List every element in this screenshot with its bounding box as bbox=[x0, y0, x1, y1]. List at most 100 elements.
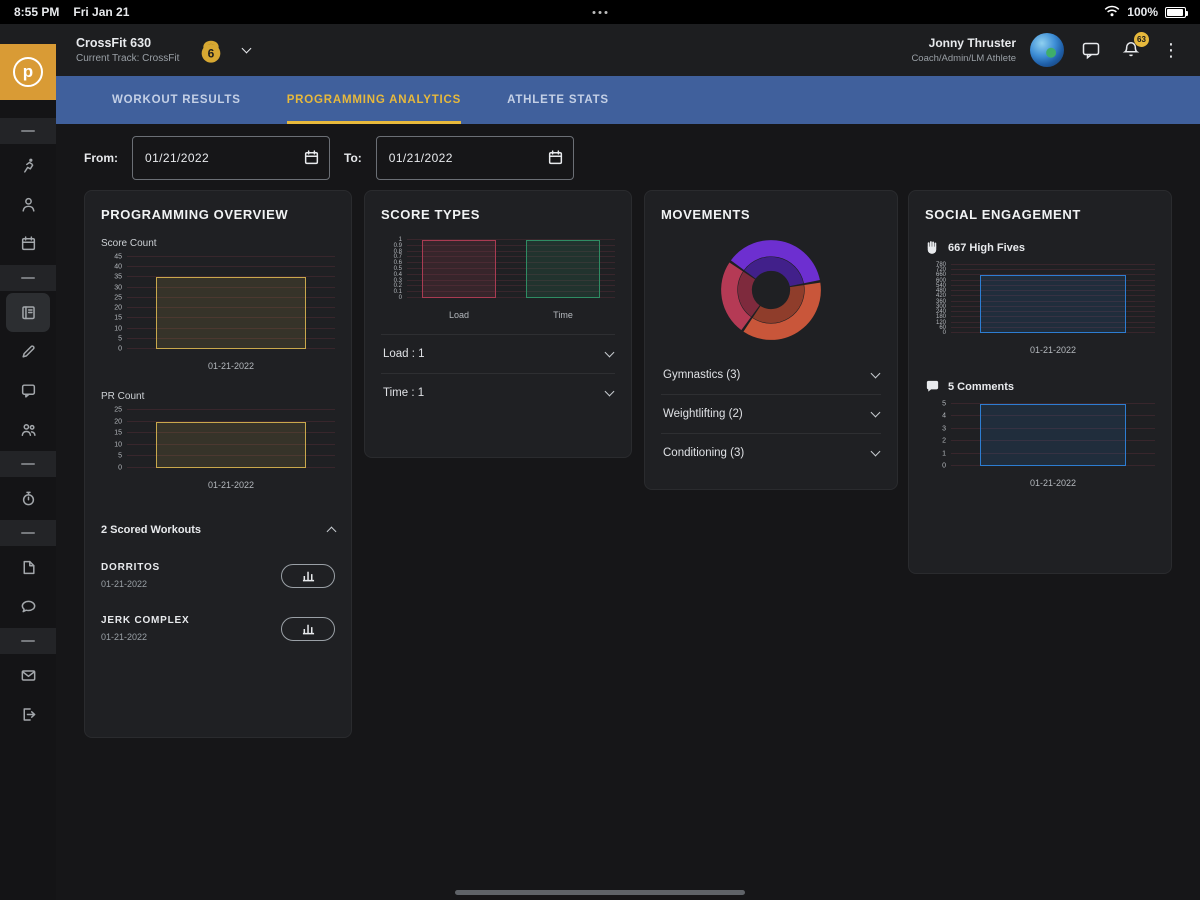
calendar-icon bbox=[21, 236, 35, 251]
sidebar-section-divider bbox=[0, 451, 56, 477]
sidebar-item-edit[interactable] bbox=[0, 332, 56, 371]
battery-percent: 100% bbox=[1127, 5, 1158, 19]
movement-label: Gymnastics (3) bbox=[663, 369, 741, 381]
chat-icon bbox=[1082, 42, 1100, 60]
sidebar-item-community[interactable] bbox=[0, 410, 56, 449]
collapse-chevron-icon bbox=[326, 526, 337, 537]
tab-athlete-stats[interactable]: ATHLETE STATS bbox=[507, 76, 609, 124]
main-content: From: To: PROGRAMMING OVERVIEW Score Cou… bbox=[56, 124, 1200, 900]
gym-selector[interactable]: CrossFit 630 Current Track: CrossFit 6 bbox=[76, 33, 252, 67]
notifications-button[interactable]: 63 bbox=[1118, 32, 1149, 63]
overflow-menu-icon: ⋮ bbox=[1162, 40, 1180, 60]
gym-name: CrossFit 630 bbox=[76, 36, 152, 50]
sidebar-item-chat[interactable] bbox=[0, 587, 56, 626]
workout-chart-button[interactable] bbox=[281, 616, 335, 641]
sidebar-item-programming[interactable] bbox=[6, 293, 50, 332]
score-type-label: Load : 1 bbox=[383, 348, 425, 360]
movement-row-weightlifting[interactable]: Weightlifting (2) bbox=[661, 394, 881, 433]
score-type-row-load[interactable]: Load : 1 bbox=[381, 335, 615, 373]
date-filter-row: From: To: bbox=[84, 136, 574, 180]
workout-name: DORRITOS bbox=[101, 562, 160, 573]
user-name: Jonny Thruster bbox=[928, 36, 1016, 50]
sidebar-item-calendar[interactable] bbox=[0, 224, 56, 263]
high-fives-row: 667 High Fives bbox=[925, 240, 1155, 255]
workout-date: 01-21-2022 bbox=[101, 632, 148, 642]
mail-icon bbox=[21, 670, 35, 681]
app-header: CrossFit 630 Current Track: CrossFit 6 J… bbox=[0, 24, 1200, 76]
workout-chart-button[interactable] bbox=[281, 563, 335, 588]
chevron-down-icon bbox=[604, 386, 615, 397]
programming-overview-card: PROGRAMMING OVERVIEW Score Count 0 5 10 15 2… bbox=[84, 190, 352, 738]
sidebar-section-divider bbox=[0, 520, 56, 546]
high-fives-chart: 0 60 120 180 240 300 360 420 480 540 600 660 720 780 … bbox=[925, 262, 1155, 355]
score-types-card: SCORE TYPES 0 0.1 0.2 0.3 0.4 0.5 0.6 0.7 0.8 0.9… bbox=[364, 190, 632, 458]
sidebar-item-timer[interactable] bbox=[0, 479, 56, 518]
timer-icon bbox=[22, 491, 34, 506]
app-logo[interactable]: p bbox=[0, 44, 56, 100]
to-label: To: bbox=[344, 151, 362, 165]
status-time: 8:55 PM bbox=[14, 5, 60, 19]
movement-row-gymnastics[interactable]: Gymnastics (3) bbox=[661, 356, 881, 394]
home-indicator[interactable] bbox=[455, 890, 745, 895]
score-count-chart: 0 5 10 15 20 25 30 35 40 45 01-21-2022 bbox=[101, 254, 335, 371]
card-title: PROGRAMMING OVERVIEW bbox=[101, 207, 289, 222]
tab-programming-analytics[interactable]: PROGRAMMING ANALYTICS bbox=[286, 76, 462, 124]
notification-badge: 63 bbox=[1134, 32, 1149, 47]
movements-donut-chart bbox=[721, 240, 821, 340]
sidebar-item-documents[interactable] bbox=[0, 548, 56, 587]
from-date-input[interactable] bbox=[132, 136, 330, 180]
workout-row-dorritos: DORRITOS 01-21-2022 bbox=[101, 562, 335, 589]
chevron-down-icon bbox=[870, 368, 881, 379]
battery-icon bbox=[1165, 6, 1188, 18]
sidebar-section-divider bbox=[0, 265, 56, 291]
movements-card: MOVEMENTS Gymnastics (3) Weightlifting (… bbox=[644, 190, 898, 490]
from-date-field bbox=[132, 136, 330, 180]
scored-workouts-toggle[interactable]: 2 Scored Workouts bbox=[101, 524, 337, 537]
chat-button[interactable] bbox=[1078, 37, 1104, 63]
sidebar-item-athletes[interactable] bbox=[0, 185, 56, 224]
sidebar-item-workouts[interactable] bbox=[0, 146, 56, 185]
tab-workout-results[interactable]: WORKOUT RESULTS bbox=[112, 76, 241, 124]
card-title: SCORE TYPES bbox=[381, 207, 481, 222]
sidebar-section-divider bbox=[0, 628, 56, 654]
comment-bubble-icon bbox=[926, 380, 939, 392]
chevron-down-icon bbox=[604, 347, 615, 358]
to-date-input[interactable] bbox=[375, 136, 574, 180]
runner-icon bbox=[23, 158, 33, 173]
pr-count-label: PR Count bbox=[101, 391, 145, 402]
calendar-icon[interactable] bbox=[547, 149, 564, 171]
pencil-icon bbox=[21, 345, 35, 358]
user-roles: Coach/Admin/LM Athlete bbox=[911, 53, 1016, 64]
sign-out-icon bbox=[23, 708, 35, 721]
chevron-down-icon bbox=[870, 446, 881, 457]
wifi-icon bbox=[1104, 5, 1120, 20]
status-ellipsis-icon bbox=[592, 10, 608, 14]
card-title: MOVEMENTS bbox=[661, 207, 751, 222]
person-icon bbox=[21, 197, 35, 212]
sidebar-item-mail[interactable] bbox=[0, 656, 56, 695]
workout-date: 01-21-2022 bbox=[101, 579, 148, 589]
card-title: SOCIAL ENGAGEMENT bbox=[925, 207, 1081, 222]
movement-label: Weightlifting (2) bbox=[663, 408, 743, 420]
current-track: Current Track: CrossFit bbox=[76, 53, 180, 64]
avatar[interactable] bbox=[1030, 33, 1064, 67]
social-engagement-card: SOCIAL ENGAGEMENT 667 High Fives 0 60 120 1… bbox=[908, 190, 1172, 574]
sidebar-item-sign-out[interactable] bbox=[0, 695, 56, 734]
people-icon bbox=[21, 423, 36, 436]
workout-row-jerk-complex: JERK COMPLEX 01-21-2022 bbox=[101, 615, 335, 642]
comments-chart: 012345 01-21-2022 bbox=[925, 401, 1155, 488]
to-date-field bbox=[375, 136, 574, 180]
app-logo-letter: p bbox=[13, 57, 43, 87]
score-count-label: Score Count bbox=[101, 238, 157, 249]
sidebar-item-messages[interactable] bbox=[0, 371, 56, 410]
chat-bubble-icon bbox=[21, 600, 35, 613]
journal-icon bbox=[21, 306, 35, 320]
chevron-down-icon bbox=[870, 407, 881, 418]
calendar-icon[interactable] bbox=[303, 149, 320, 171]
movement-row-conditioning[interactable]: Conditioning (3) bbox=[661, 433, 881, 472]
from-label: From: bbox=[84, 151, 118, 165]
document-icon bbox=[23, 560, 35, 575]
sidebar-section-divider bbox=[0, 118, 56, 144]
overflow-menu-button[interactable]: ⋮ bbox=[1158, 37, 1184, 63]
score-type-row-time[interactable]: Time : 1 bbox=[381, 373, 615, 412]
